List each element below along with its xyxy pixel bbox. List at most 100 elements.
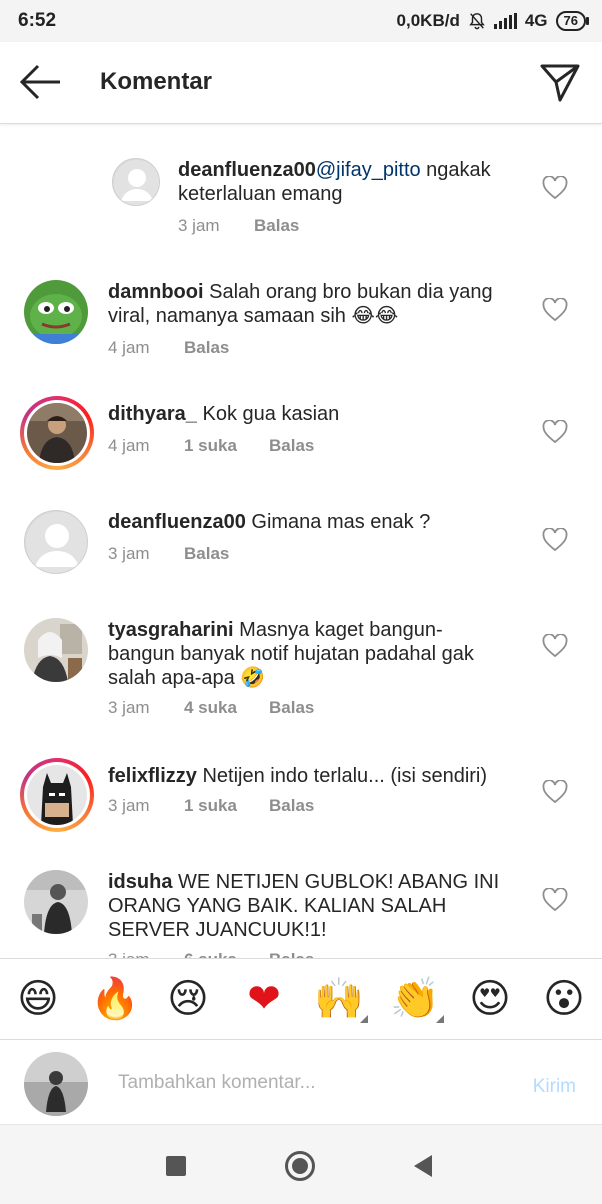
comment-time: 3 jam	[108, 698, 150, 717]
network-type: 4G	[524, 11, 548, 30]
comment-username[interactable]: idsuha	[108, 871, 172, 893]
likes-count[interactable]: 4 suka	[184, 698, 269, 718]
comment-meta: 3 jam 4 suka Balas	[108, 698, 314, 718]
comment-text: deanfluenza00@jifay_pitto ngakak keterla…	[178, 158, 528, 206]
comment-time: 3 jam	[108, 950, 184, 958]
comment-meta: 3 jam Balas	[108, 544, 229, 564]
likes-count[interactable]: 1 suka	[184, 796, 269, 816]
comment-input[interactable]	[118, 1068, 508, 1098]
comment-time: 3 jam	[108, 544, 150, 563]
avatar[interactable]	[24, 618, 88, 682]
status-time: 6:52	[18, 10, 57, 31]
comment-text: damnbooi Salah orang bro bukan dia yang …	[108, 280, 508, 328]
comment-username[interactable]: tyasgraharini	[108, 619, 234, 641]
story-ring-avatar[interactable]	[20, 396, 94, 470]
comment-composer: Kirim	[0, 1040, 602, 1124]
avatar[interactable]	[24, 870, 88, 934]
comment-body: Kok gua kasian	[196, 403, 340, 425]
status-bar: 6:52 0,0KB/d 4G 76	[0, 0, 602, 42]
person-photo-icon	[27, 403, 87, 463]
page-title: Komentar	[100, 68, 213, 95]
comment-username[interactable]: deanfluenza00	[178, 159, 316, 181]
heart-icon[interactable]	[542, 528, 568, 552]
comment-meta: 3 jam Balas	[178, 216, 299, 236]
status-icons: 0,0KB/d 4G 76	[396, 11, 590, 31]
person-photo-icon	[24, 618, 88, 682]
battery-level: 76	[563, 13, 578, 28]
comment-meta: 4 jam 1 suka Balas	[108, 436, 314, 456]
heart-icon[interactable]	[542, 176, 568, 200]
comments-list[interactable]: deanfluenza00@jifay_pitto ngakak keterla…	[0, 124, 602, 958]
comment-meta: 3 jam 6 suka Balas	[108, 950, 314, 958]
reply-button[interactable]: Balas	[269, 698, 314, 718]
reply-button[interactable]: Balas	[269, 436, 314, 456]
default-avatar-icon	[114, 160, 159, 205]
skin-tone-indicator-icon	[360, 1015, 368, 1023]
clapping-emoji-button[interactable]: 👏	[390, 975, 440, 1023]
clapping-emoji-wrap[interactable]: 👏	[390, 975, 444, 1023]
my-avatar	[24, 1052, 88, 1116]
comment-time: 4 jam	[108, 338, 150, 357]
grinning-emoji-button[interactable]: 😄	[14, 975, 62, 1023]
heart-emoji-button[interactable]: ❤	[240, 975, 288, 1023]
heart-icon[interactable]	[542, 298, 568, 322]
comment-username[interactable]: dithyara_	[108, 403, 197, 425]
recents-icon[interactable]	[166, 1156, 186, 1176]
post-button[interactable]: Kirim	[533, 1076, 576, 1098]
comment-username[interactable]: deanfluenza00	[108, 511, 246, 533]
story-ring-avatar[interactable]	[20, 758, 94, 832]
comment-time: 3 jam	[178, 216, 220, 235]
heart-icon[interactable]	[542, 634, 568, 658]
default-avatar-icon	[26, 512, 87, 573]
comment-body: Netijen indo terlalu... (isi sendiri)	[196, 765, 488, 787]
heart-icon[interactable]	[542, 420, 568, 444]
skin-tone-indicator-icon	[436, 1015, 444, 1023]
comment-text: tyasgraharini Masnya kaget bangun-bangun…	[108, 618, 508, 690]
arrow-left-icon[interactable]	[16, 62, 64, 102]
comment-text: felixflizzy Netijen indo terlalu... (isi…	[108, 764, 528, 788]
home-icon[interactable]	[285, 1151, 315, 1181]
network-speed: 0,0KB/d	[396, 11, 460, 30]
avatar[interactable]	[24, 510, 88, 574]
likes-count[interactable]: 1 suka	[184, 436, 269, 456]
reply-button[interactable]: Balas	[184, 544, 229, 564]
crying-emoji-button[interactable]: 😢	[164, 975, 212, 1023]
paper-plane-icon[interactable]	[538, 60, 582, 104]
reply-button[interactable]: Balas	[269, 796, 314, 816]
reply-button[interactable]: Balas	[184, 338, 229, 358]
comment-body: Gimana mas enak ?	[245, 511, 431, 533]
emoji-quick-bar: 😄 🔥 😢 ❤ 🙌 👏 😍 😮	[0, 958, 602, 1040]
comment-text: dithyara_ Kok gua kasian	[108, 402, 508, 426]
comment-meta: 3 jam 1 suka Balas	[108, 796, 314, 816]
comment-username[interactable]: damnbooi	[108, 281, 204, 303]
comment-time: 4 jam	[108, 436, 150, 455]
fire-emoji-button[interactable]: 🔥	[90, 975, 140, 1023]
raised-hands-emoji-wrap[interactable]: 🙌	[314, 975, 368, 1023]
surprised-emoji-button[interactable]: 😮	[540, 975, 588, 1023]
reply-button[interactable]: Balas	[254, 216, 299, 236]
avatar[interactable]	[24, 280, 88, 344]
comment-meta: 4 jam Balas	[108, 338, 229, 358]
heart-icon[interactable]	[542, 888, 568, 912]
person-photo-icon	[24, 870, 88, 934]
person-photo-icon	[24, 1052, 88, 1116]
bell-muted-icon	[469, 13, 485, 30]
batman-mask-photo-icon	[27, 765, 87, 825]
reply-button[interactable]: Balas	[269, 950, 314, 958]
comment-time: 3 jam	[108, 796, 150, 815]
likes-count[interactable]: 6 suka	[184, 950, 269, 958]
back-triangle-icon[interactable]	[414, 1155, 432, 1177]
heart-icon[interactable]	[542, 780, 568, 804]
avatar[interactable]	[112, 158, 160, 206]
comment-mention[interactable]: @jifay_pitto	[316, 159, 421, 181]
pepe-avatar-icon	[24, 280, 88, 344]
comment-username[interactable]: felixflizzy	[108, 765, 197, 787]
raised-hands-emoji-button[interactable]: 🙌	[314, 975, 364, 1023]
heart-eyes-emoji-button[interactable]: 😍	[466, 975, 514, 1023]
comment-text: deanfluenza00 Gimana mas enak ?	[108, 510, 508, 534]
battery-icon: 76	[555, 11, 590, 31]
header: Komentar	[0, 42, 602, 124]
signal-icon	[493, 13, 517, 29]
comment-text: idsuha WE NETIJEN GUBLOK! ABANG INI ORAN…	[108, 870, 518, 942]
system-nav-bar	[0, 1124, 602, 1204]
